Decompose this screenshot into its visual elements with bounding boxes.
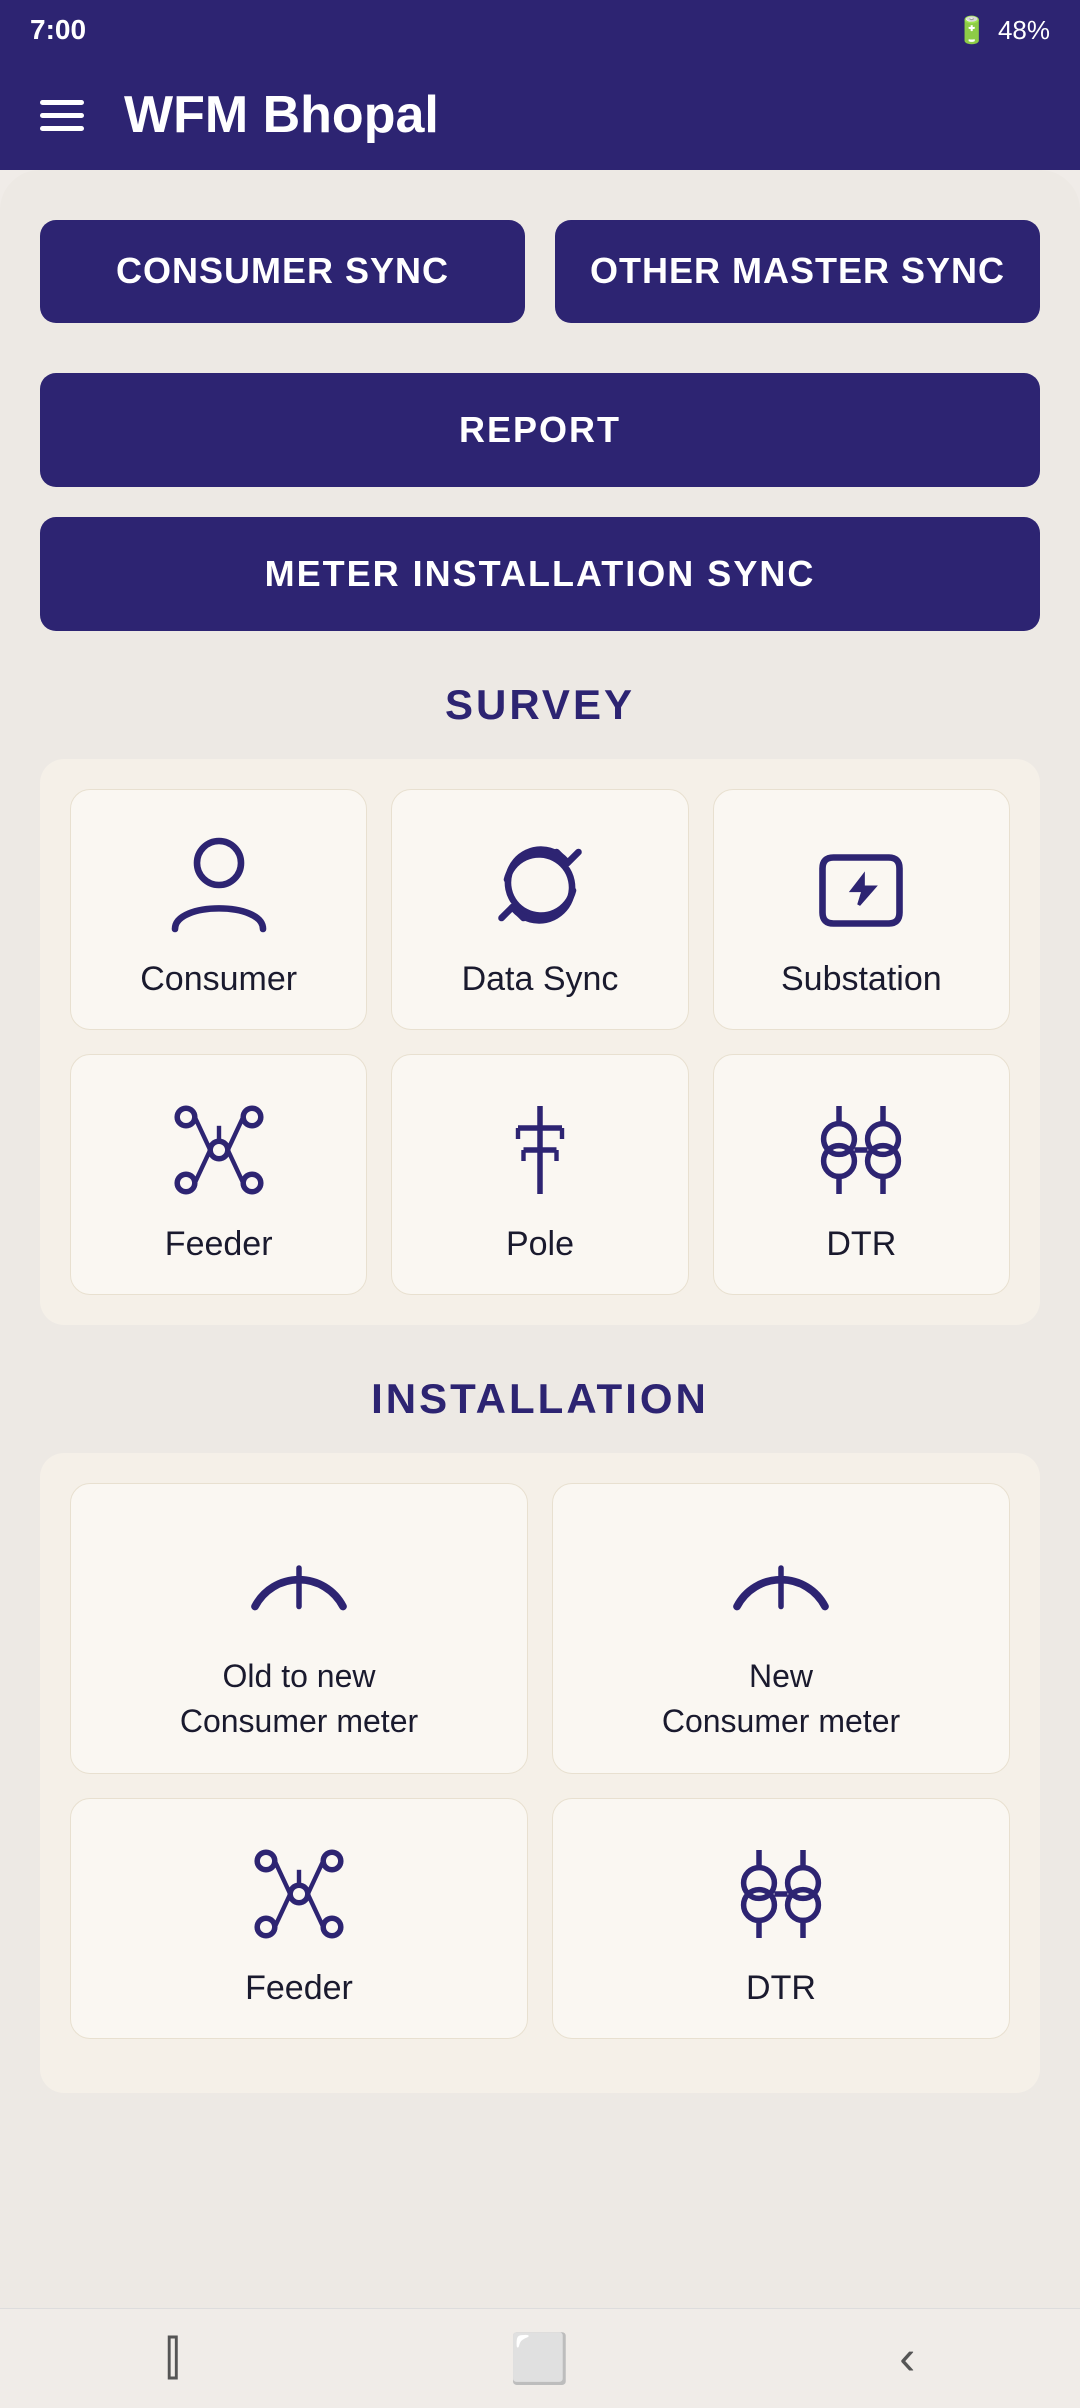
data-sync-label: Data Sync (462, 960, 619, 999)
consumer-sync-button[interactable]: CONSUMER SYNC (40, 220, 525, 323)
old-to-new-label: Old to newConsumer meter (180, 1654, 418, 1744)
report-button[interactable]: REPORT (40, 373, 1040, 487)
dtr-label: DTR (826, 1225, 896, 1264)
feeder-label: Feeder (165, 1225, 273, 1264)
survey-item-feeder[interactable]: Feeder (70, 1054, 367, 1295)
installation-row-2: Feeder DTR (70, 1798, 1010, 2039)
installation-item-feeder[interactable]: Feeder (70, 1798, 528, 2039)
pole-label: Pole (506, 1225, 574, 1264)
person-icon (164, 830, 274, 940)
installation-item-dtr[interactable]: DTR (552, 1798, 1010, 2039)
survey-row-2: Feeder Pole (70, 1054, 1010, 1295)
status-icons: 🔋 48% (956, 15, 1050, 46)
consumer-label: Consumer (140, 960, 297, 999)
survey-row-1: Consumer Data Sync (70, 789, 1010, 1030)
install-feeder-label: Feeder (245, 1969, 353, 2008)
app-header: WFM Bhopal (0, 60, 1080, 170)
dtr-icon (806, 1095, 916, 1205)
bottom-nav: ⫿ ⬜ ‹ (0, 2308, 1080, 2408)
main-content: CONSUMER SYNC OTHER MASTER SYNC REPORT M… (0, 170, 1080, 2408)
menu-button[interactable] (40, 100, 84, 131)
pole-icon (485, 1095, 595, 1205)
installation-row-1: Old to newConsumer meter NewConsumer met… (70, 1483, 1010, 1775)
new-consumer-label: NewConsumer meter (662, 1654, 900, 1744)
installation-section-title: INSTALLATION (40, 1375, 1040, 1423)
status-time: 7:00 (30, 14, 86, 46)
survey-section-title: SURVEY (40, 681, 1040, 729)
survey-item-dtr[interactable]: DTR (713, 1054, 1010, 1295)
battery-percent: 48% (998, 15, 1050, 46)
app-title: WFM Bhopal (124, 85, 439, 145)
installation-item-old-to-new[interactable]: Old to newConsumer meter (70, 1483, 528, 1775)
install-dtr-label: DTR (746, 1969, 816, 2008)
status-bar: 7:00 🔋 48% (0, 0, 1080, 60)
meter-installation-sync-button[interactable]: METER INSTALLATION SYNC (40, 517, 1040, 631)
meter-new-icon (726, 1524, 836, 1634)
other-master-sync-button[interactable]: OTHER MASTER SYNC (555, 220, 1040, 323)
install-feeder-icon (244, 1839, 354, 1949)
survey-item-substation[interactable]: Substation (713, 789, 1010, 1030)
back-icon[interactable]: ‹ (899, 2331, 915, 2386)
sync-icon (485, 830, 595, 940)
substation-label: Substation (781, 960, 942, 999)
recent-apps-icon[interactable]: ⫿ (165, 2331, 180, 2387)
survey-item-data-sync[interactable]: Data Sync (391, 789, 688, 1030)
battery-icon: 🔋 (956, 15, 988, 46)
top-button-row: CONSUMER SYNC OTHER MASTER SYNC (40, 220, 1040, 323)
installation-grid: Old to newConsumer meter NewConsumer met… (40, 1453, 1040, 2094)
meter-old-icon (244, 1524, 354, 1634)
substation-icon (806, 830, 916, 940)
feeder-icon (164, 1095, 274, 1205)
installation-item-new-consumer[interactable]: NewConsumer meter (552, 1483, 1010, 1775)
survey-grid: Consumer Data Sync (40, 759, 1040, 1325)
survey-item-consumer[interactable]: Consumer (70, 789, 367, 1030)
install-dtr-icon (726, 1839, 836, 1949)
home-icon[interactable]: ⬜ (510, 2330, 570, 2387)
survey-item-pole[interactable]: Pole (391, 1054, 688, 1295)
